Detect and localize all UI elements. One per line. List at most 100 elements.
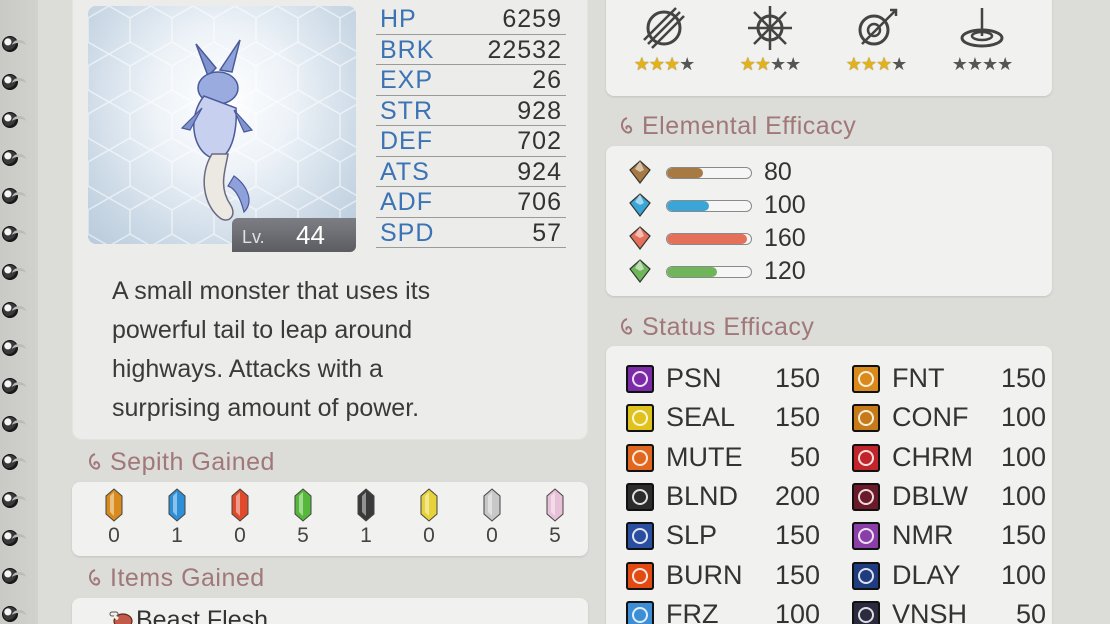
vanish-icon	[852, 600, 880, 624]
delay-icon	[852, 561, 880, 590]
seal-icon	[626, 404, 654, 433]
mass-sepith-icon	[546, 488, 564, 522]
status-row: VNSH 50	[852, 598, 1052, 624]
status-value: 50	[789, 441, 820, 472]
stat-value: 57	[532, 218, 562, 247]
star-filled-icon: ★	[754, 54, 771, 75]
sepith-section-title: Sepith Gained	[86, 448, 275, 477]
description-line: highways. Attacks with a	[112, 355, 383, 383]
elemental-bar	[666, 233, 752, 245]
status-row: FRZ 100	[626, 598, 826, 624]
star-empty-icon: ★	[891, 54, 907, 75]
binding-ring	[2, 150, 26, 166]
elemental-value: 100	[764, 191, 806, 219]
status-value: 100	[1000, 559, 1046, 590]
star-empty-icon: ★	[982, 54, 998, 75]
freeze-icon	[626, 600, 654, 624]
status-value: 150	[1000, 520, 1046, 551]
stat-row: EXP 26	[376, 65, 566, 96]
stat-label: ADF	[380, 188, 433, 216]
earth-sepith-icon	[105, 488, 123, 522]
stat-value: 26	[532, 66, 562, 94]
items-panel: Beast Flesh	[72, 598, 588, 624]
status-row: BURN 150	[626, 559, 826, 595]
blind-icon	[626, 482, 654, 511]
status-value: 200	[774, 480, 820, 511]
binding-ring	[2, 74, 26, 90]
star-empty-icon: ★	[785, 54, 801, 75]
status-name: BURN	[666, 559, 743, 590]
sepith-item: 5	[535, 488, 575, 548]
stat-row: HP 6259	[376, 4, 566, 35]
stats-table: HP 6259 BRK 22532 EXP 26 STR 928 DEF 702 ATS 924 ADF…	[376, 4, 566, 248]
stat-value: 928	[517, 96, 562, 125]
confuse-icon	[852, 404, 880, 433]
stat-label: EXP	[380, 66, 434, 94]
description-line: A small monster that uses its	[112, 277, 431, 305]
pierce-resist-icon	[748, 6, 792, 50]
stat-value: 702	[517, 127, 562, 155]
weapon-resist-panel: ★★★★ ★★★★ ★★★★ ★★★★	[606, 0, 1052, 96]
items-title-text: Items Gained	[110, 564, 265, 592]
elemental-value: 160	[764, 224, 806, 252]
binding-ring	[2, 264, 26, 280]
water-gem-icon	[629, 193, 651, 217]
faint-icon	[852, 365, 880, 393]
swirl-icon	[89, 569, 101, 586]
stat-row: BRK 22532	[376, 35, 566, 65]
stat-label: ATS	[380, 157, 430, 186]
status-name: PSN	[666, 363, 722, 393]
status-row: CHRM 100	[852, 441, 1052, 477]
sepith-item: 5	[283, 488, 323, 548]
binding-ring	[2, 416, 26, 432]
sepith-item: 0	[409, 488, 449, 548]
sepith-item: 0	[94, 488, 134, 548]
binding-ring	[2, 454, 26, 470]
status-value: 150	[774, 363, 820, 393]
status-value: 150	[774, 402, 820, 433]
level-value: 44	[296, 220, 325, 250]
status-name: MUTE	[666, 441, 743, 472]
monster-sprite	[180, 39, 254, 221]
status-value: 100	[1000, 480, 1046, 511]
status-panel: PSN 150 SEAL 150 MUTE 50 BLND 200 SLP 150 BURN 150 F…	[606, 346, 1052, 624]
status-value: 150	[774, 520, 820, 551]
wind-gem-icon	[629, 259, 651, 283]
sepith-count: 0	[423, 524, 435, 547]
description-line: powerful tail to leap around	[112, 316, 413, 344]
star-filled-icon: ★	[845, 54, 862, 75]
status-name: CHRM	[892, 441, 973, 472]
elemental-panel: 80 100 160 120	[606, 146, 1052, 296]
burn-icon	[626, 561, 654, 590]
stat-row: STR 928	[376, 96, 566, 126]
status-row: NMR 150	[852, 519, 1052, 555]
binding-ring	[2, 112, 26, 128]
binding-ring	[2, 492, 26, 508]
binding-ring	[2, 188, 26, 204]
sepith-item: 1	[346, 488, 386, 548]
star-filled-icon: ★	[633, 54, 650, 75]
stat-label: DEF	[380, 127, 433, 155]
weapon-resist-item: ★★★★	[932, 4, 1032, 75]
stat-label: STR	[380, 96, 433, 125]
strike-resist-icon	[858, 8, 898, 46]
binding-ring	[2, 340, 26, 356]
star-empty-icon: ★	[997, 54, 1013, 75]
monster-notebook-page: Lv. 44 HP 6259 BRK 22532 EXP 26 STR 928 DEF 702 AT…	[0, 0, 1110, 624]
status-value: 100	[1000, 402, 1046, 433]
stat-row: ADF 706	[376, 187, 566, 218]
weapon-resist-item: ★★★★	[720, 4, 820, 75]
elemental-value: 120	[764, 257, 806, 285]
status-name: DLAY	[892, 559, 961, 590]
status-value: 150	[774, 559, 820, 590]
sepith-count: 1	[360, 524, 372, 547]
elemental-title-text: Elemental Efficacy	[642, 112, 857, 140]
resist-stars: ★★★★	[614, 54, 714, 75]
star-filled-icon: ★	[664, 54, 680, 75]
status-name: CONF	[892, 402, 969, 433]
time-sepith-icon	[357, 488, 375, 522]
sepith-title-text: Sepith Gained	[110, 448, 275, 476]
spiral-binding	[0, 0, 30, 624]
space-sepith-icon	[420, 488, 438, 522]
star-filled-icon: ★	[860, 54, 877, 75]
